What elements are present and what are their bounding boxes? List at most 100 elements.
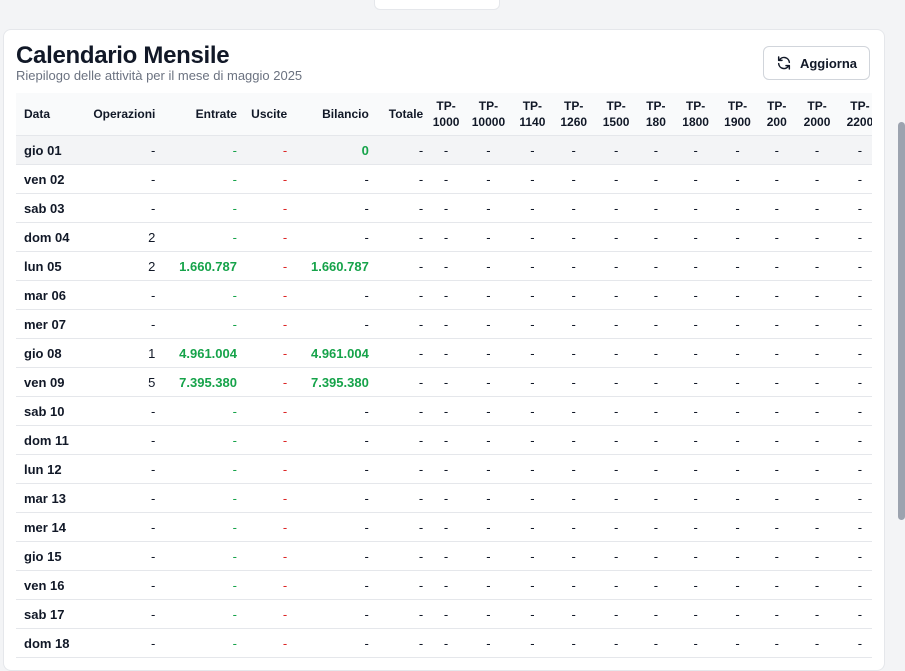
cell-balance: - xyxy=(291,396,373,426)
table-row[interactable]: dom 18----------------- xyxy=(16,628,872,658)
cell-expenses: - xyxy=(240,483,292,513)
table-row[interactable]: sab 03----------------- xyxy=(16,193,872,223)
cell-tp: - xyxy=(757,628,796,658)
cell-operations: 2 xyxy=(82,222,160,252)
cell-expenses: - xyxy=(240,512,292,542)
table-row[interactable]: lun 12----------------- xyxy=(16,454,872,484)
cell-expenses: - xyxy=(240,309,292,339)
cell-tp: - xyxy=(637,280,675,310)
cell-tp: - xyxy=(717,599,758,629)
cell-tp: - xyxy=(464,541,512,571)
cell-tp: - xyxy=(511,367,553,397)
cell-tp: - xyxy=(717,251,758,281)
col-header-balance[interactable]: Bilancio xyxy=(291,93,373,136)
table-row[interactable]: dom 11----------------- xyxy=(16,425,872,455)
cell-tp: - xyxy=(795,135,839,165)
col-header-expenses[interactable]: Uscite xyxy=(240,93,292,136)
table-row[interactable]: sab 10----------------- xyxy=(16,396,872,426)
cell-tp: - xyxy=(594,280,638,310)
cell-tp: - xyxy=(464,483,512,513)
table-row[interactable]: gio 01---0------------- xyxy=(16,135,872,165)
cell-tp: - xyxy=(674,280,718,310)
col-header-date[interactable]: Data xyxy=(16,93,83,136)
cell-tp: - xyxy=(637,454,675,484)
col-header-tp[interactable]: TP-1140 xyxy=(511,93,553,136)
cell-tp: - xyxy=(511,193,553,223)
table-row[interactable]: sab 17----------------- xyxy=(16,599,872,629)
col-header-tp[interactable]: TP-2200 xyxy=(838,93,872,136)
cell-tp: - xyxy=(511,309,553,339)
cell-balance: 4.961.004 xyxy=(291,338,373,368)
cell-tp: - xyxy=(838,425,872,455)
cell-tp: - xyxy=(637,599,675,629)
cell-date: mer 14 xyxy=(16,512,83,542)
col-header-tp[interactable]: TP-1900 xyxy=(717,93,758,136)
table-row[interactable]: mar 06----------------- xyxy=(16,280,872,310)
table-row[interactable]: ven 0957.395.380-7.395.380------------- xyxy=(16,367,872,397)
cell-tp: - xyxy=(427,599,465,629)
cell-income: - xyxy=(159,396,241,426)
table-row[interactable]: dom 042---------------- xyxy=(16,222,872,252)
col-header-tp[interactable]: TP-1500 xyxy=(594,93,638,136)
cell-tp: - xyxy=(511,164,553,194)
cell-tp: - xyxy=(838,135,872,165)
cell-tp: - xyxy=(757,570,796,600)
cell-tp: - xyxy=(795,425,839,455)
table-row[interactable]: gio 15----------------- xyxy=(16,541,872,571)
table-row[interactable]: mer 07----------------- xyxy=(16,309,872,339)
col-header-tp[interactable]: TP-2000 xyxy=(795,93,839,136)
col-header-tp[interactable]: TP-1800 xyxy=(674,93,718,136)
col-header-total[interactable]: Totale xyxy=(372,93,428,136)
col-header-tp[interactable]: TP-1260 xyxy=(552,93,595,136)
cell-tp: - xyxy=(427,309,465,339)
table-row[interactable]: ven 02----------------- xyxy=(16,164,872,194)
cell-income: 7.395.380 xyxy=(159,367,241,397)
cell-operations: - xyxy=(82,309,160,339)
cell-total: - xyxy=(372,541,428,571)
cell-tp: - xyxy=(552,483,595,513)
col-header-tp[interactable]: TP-180 xyxy=(637,93,675,136)
cell-tp: - xyxy=(427,135,465,165)
cell-tp: - xyxy=(427,541,465,571)
cell-tp: - xyxy=(464,454,512,484)
cell-date: dom 11 xyxy=(16,425,83,455)
cell-tp: - xyxy=(552,396,595,426)
cell-date: mar 13 xyxy=(16,483,83,513)
table-row[interactable]: lun 0521.660.787-1.660.787------------- xyxy=(16,251,872,281)
col-header-income[interactable]: Entrate xyxy=(159,93,241,136)
cell-tp: - xyxy=(717,570,758,600)
cell-tp: - xyxy=(594,599,638,629)
cell-tp: - xyxy=(795,599,839,629)
cell-tp: - xyxy=(552,367,595,397)
table-row[interactable]: gio 0814.961.004-4.961.004------------- xyxy=(16,338,872,368)
cell-expenses: - xyxy=(240,367,292,397)
cell-tp: - xyxy=(552,338,595,368)
cell-tp: - xyxy=(552,135,595,165)
scrollbar-thumb[interactable] xyxy=(898,122,905,520)
cell-tp: - xyxy=(637,425,675,455)
cell-tp: - xyxy=(674,338,718,368)
monthly-calendar-card: Calendario Mensile Riepilogo delle attiv… xyxy=(3,29,885,671)
cell-tp: - xyxy=(757,164,796,194)
cell-date: gio 08 xyxy=(16,338,83,368)
table-row[interactable]: mer 14----------------- xyxy=(16,512,872,542)
cell-tp: - xyxy=(795,222,839,252)
cell-operations: - xyxy=(82,599,160,629)
cell-tp: - xyxy=(427,280,465,310)
cell-tp: - xyxy=(637,628,675,658)
col-header-operations[interactable]: Operazioni xyxy=(82,93,160,136)
col-header-tp[interactable]: TP-10000 xyxy=(464,93,512,136)
col-header-tp[interactable]: TP-1000 xyxy=(427,93,465,136)
cell-tp: - xyxy=(795,570,839,600)
cell-balance: - xyxy=(291,164,373,194)
cell-tp: - xyxy=(637,338,675,368)
col-header-tp[interactable]: TP-200 xyxy=(757,93,796,136)
refresh-button[interactable]: Aggiorna xyxy=(763,46,870,80)
page-scrollbar[interactable] xyxy=(898,0,905,650)
cell-tp: - xyxy=(464,512,512,542)
table-row[interactable]: mar 13----------------- xyxy=(16,483,872,513)
cell-tp: - xyxy=(552,628,595,658)
table-row[interactable]: ven 16----------------- xyxy=(16,570,872,600)
calendar-table-container[interactable]: Data Operazioni Entrate Uscite Bilancio … xyxy=(16,93,872,670)
cell-tp: - xyxy=(795,367,839,397)
